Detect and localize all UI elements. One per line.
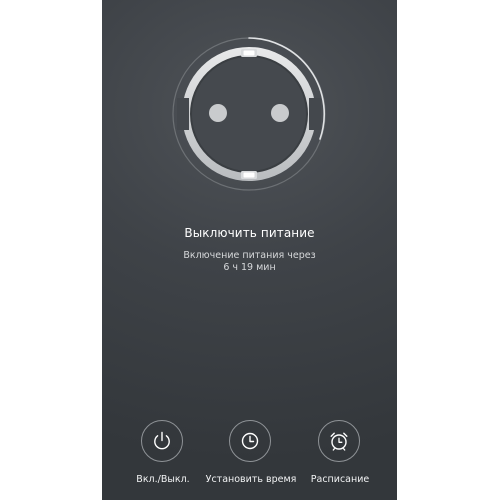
alarm-clock-icon	[330, 432, 348, 451]
timer-caption: Включение питания через	[183, 250, 316, 261]
power-toggle-button[interactable]: Вкл./Выкл.	[113, 420, 213, 490]
power-status-title: Выключить питание	[184, 226, 315, 240]
set-time-label: Установить время	[205, 474, 297, 485]
schedule-ring[interactable]	[318, 420, 360, 462]
set-time-button[interactable]: Установить время	[201, 420, 301, 490]
power-socket-icon	[172, 37, 326, 191]
timer-value: 6 ч 19 мин	[223, 262, 276, 273]
schedule-button[interactable]: Расписание	[290, 420, 390, 490]
clock-icon	[241, 432, 259, 450]
schedule-label: Расписание	[310, 474, 370, 485]
power-toggle-ring[interactable]	[141, 420, 183, 462]
power-toggle-label: Вкл./Выкл.	[136, 474, 190, 485]
action-bar: Вкл./Выкл. Установить время Расписание	[102, 420, 397, 490]
app-screen: Выключить питание Включение питания чере…	[102, 0, 397, 500]
power-icon	[154, 431, 170, 450]
socket-illustration[interactable]	[169, 34, 329, 194]
screen: Выключить питание Включение питания чере…	[0, 0, 500, 500]
power-timer-text: Включение питания через 6 ч 19 мин	[102, 250, 397, 274]
set-time-ring[interactable]	[229, 420, 271, 462]
